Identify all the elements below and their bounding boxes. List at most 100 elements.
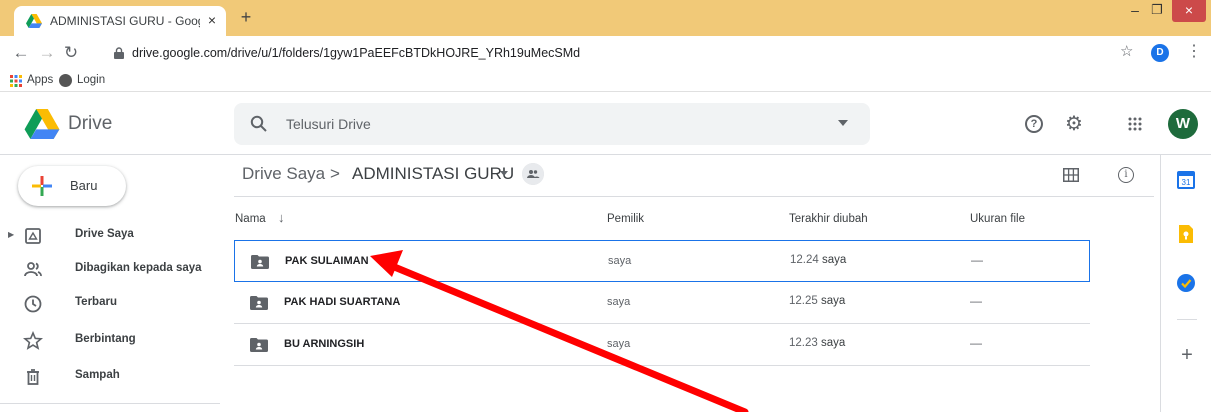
new-tab-button[interactable]: +: [236, 8, 256, 28]
nav-item-my-drive[interactable]: ▶ Drive Saya: [0, 218, 220, 254]
bookmark-star-icon[interactable]: ☆: [1120, 44, 1136, 60]
globe-icon: [59, 74, 72, 87]
my-drive-icon: [25, 228, 41, 244]
tasks-icon[interactable]: [1177, 274, 1195, 292]
browser-toolbar: ← → ↻ drive.google.com/drive/u/1/folders…: [0, 36, 1211, 70]
folder-menu-caret-icon[interactable]: [500, 171, 508, 177]
google-apps-icon[interactable]: [1128, 117, 1142, 131]
add-addon-icon[interactable]: +: [1177, 345, 1197, 365]
file-modified: 12.23 saya: [789, 337, 845, 349]
file-modified: 12.24 saya: [790, 254, 846, 266]
nav-label: Berbintang: [75, 333, 136, 345]
tab-title: ADMINISTASI GURU - Google Dr: [50, 14, 200, 28]
drive-favicon-icon: [26, 14, 42, 28]
screen: ADMINISTASI GURU - Google Dr × + – ❐ × ←…: [0, 0, 1211, 412]
bookmarks-bar: Apps Login: [0, 70, 1211, 92]
back-icon[interactable]: ←: [12, 44, 30, 62]
nav-item-shared[interactable]: Dibagikan kepada saya: [0, 252, 220, 288]
nav-label: Terbaru: [75, 296, 117, 308]
nav-item-starred[interactable]: Berbintang: [0, 323, 220, 359]
window-close-icon[interactable]: ×: [1172, 0, 1206, 22]
nav-label: Drive Saya: [75, 228, 134, 240]
file-modified: 12.25 saya: [789, 295, 845, 307]
url-text: drive.google.com/drive/u/1/folders/1gyw1…: [132, 46, 581, 60]
file-size: —: [971, 253, 983, 267]
side-panel: 31 +: [1160, 155, 1211, 412]
column-header-size: Ukuran file: [970, 213, 1025, 225]
file-owner: saya: [608, 255, 632, 267]
nav-label: Sampah: [75, 369, 120, 381]
calendar-icon[interactable]: 31: [1177, 171, 1195, 189]
search-options-icon[interactable]: [838, 120, 848, 128]
file-size: —: [970, 336, 982, 350]
trash-icon: [27, 369, 39, 385]
drive-app-name[interactable]: Drive: [68, 113, 112, 135]
nav-item-trash[interactable]: Sampah: [0, 359, 220, 395]
shared-folder-icon: [251, 255, 269, 269]
sort-arrow-icon[interactable]: ↓: [278, 210, 285, 225]
column-header-modified[interactable]: Terakhir diubah: [789, 213, 868, 225]
modified-by: saya: [820, 337, 846, 349]
file-name: PAK SULAIMAN: [285, 255, 369, 267]
file-name: PAK HADI SUARTANA: [284, 296, 401, 308]
shared-folder-icon: [250, 296, 268, 310]
modified-time: 12.25: [789, 295, 818, 307]
new-button[interactable]: Baru: [18, 166, 126, 206]
info-icon[interactable]: i: [1118, 167, 1134, 183]
calendar-day: 31: [1182, 178, 1191, 187]
main-divider: [234, 196, 1154, 197]
recent-icon: [24, 295, 42, 313]
file-size: —: [970, 294, 982, 308]
file-owner: saya: [607, 338, 631, 350]
search-input[interactable]: Telusuri Drive: [234, 103, 870, 145]
file-name: BU ARNINGSIH: [284, 338, 365, 350]
new-plus-icon: [32, 176, 52, 196]
new-button-label: Baru: [70, 178, 98, 193]
address-bar[interactable]: drive.google.com/drive/u/1/folders/1gyw1…: [110, 41, 1150, 67]
modified-time: 12.23: [789, 337, 818, 349]
nav-item-recent[interactable]: Terbaru: [0, 286, 220, 322]
file-row[interactable]: PAK HADI SUARTANA saya 12.25 saya —: [234, 282, 1090, 324]
close-tab-icon[interactable]: ×: [204, 12, 220, 28]
modified-time: 12.24: [790, 254, 819, 266]
side-panel-divider: [1177, 319, 1197, 320]
file-row[interactable]: BU ARNINGSIH saya 12.23 saya —: [234, 324, 1090, 366]
expand-caret-icon[interactable]: ▶: [8, 230, 14, 239]
account-avatar[interactable]: W: [1168, 109, 1198, 139]
minimize-icon[interactable]: –: [1124, 2, 1146, 22]
keep-icon[interactable]: [1177, 225, 1195, 243]
breadcrumb-separator: >: [330, 164, 340, 183]
settings-gear-icon[interactable]: ⚙: [1063, 113, 1085, 135]
modified-by: saya: [821, 254, 847, 266]
drive-logo-icon[interactable]: [24, 109, 60, 139]
search-icon: [250, 115, 267, 132]
lock-icon: [114, 47, 124, 59]
apps-icon[interactable]: [10, 75, 22, 87]
bookmark-apps[interactable]: Apps: [27, 74, 53, 86]
breadcrumb-root[interactable]: Drive Saya: [242, 164, 325, 184]
grid-view-icon[interactable]: [1063, 168, 1079, 182]
browser-menu-icon[interactable]: ⋮: [1186, 43, 1202, 63]
column-header-name[interactable]: Nama: [235, 213, 266, 225]
browser-profile-avatar[interactable]: D: [1151, 44, 1169, 62]
reload-icon[interactable]: ↻: [62, 44, 80, 62]
modified-by: saya: [820, 295, 846, 307]
drive-header: Drive Telusuri Drive ? ⚙ W: [0, 93, 1211, 155]
breadcrumb-current[interactable]: ADMINISTASI GURU: [352, 164, 514, 184]
nav-label: Dibagikan kepada saya: [75, 262, 202, 274]
shared-folder-icon: [250, 338, 268, 352]
shared-folder-people-icon[interactable]: [522, 163, 544, 185]
column-header-owner: Pemilik: [607, 213, 645, 225]
help-icon[interactable]: ?: [1025, 115, 1043, 133]
browser-tab-strip: ADMINISTASI GURU - Google Dr × + – ❐ ×: [0, 0, 1211, 36]
file-owner: saya: [607, 296, 631, 308]
shared-with-me-icon: [24, 262, 42, 277]
maximize-icon[interactable]: ❐: [1146, 2, 1168, 22]
star-icon: [23, 331, 43, 350]
file-row[interactable]: PAK SULAIMAN saya 12.24 saya —: [234, 240, 1090, 282]
search-placeholder: Telusuri Drive: [286, 116, 371, 132]
forward-icon[interactable]: →: [38, 44, 56, 62]
browser-tab[interactable]: ADMINISTASI GURU - Google Dr ×: [14, 6, 226, 36]
bookmark-login[interactable]: Login: [77, 74, 105, 86]
nav-divider: [0, 403, 220, 404]
